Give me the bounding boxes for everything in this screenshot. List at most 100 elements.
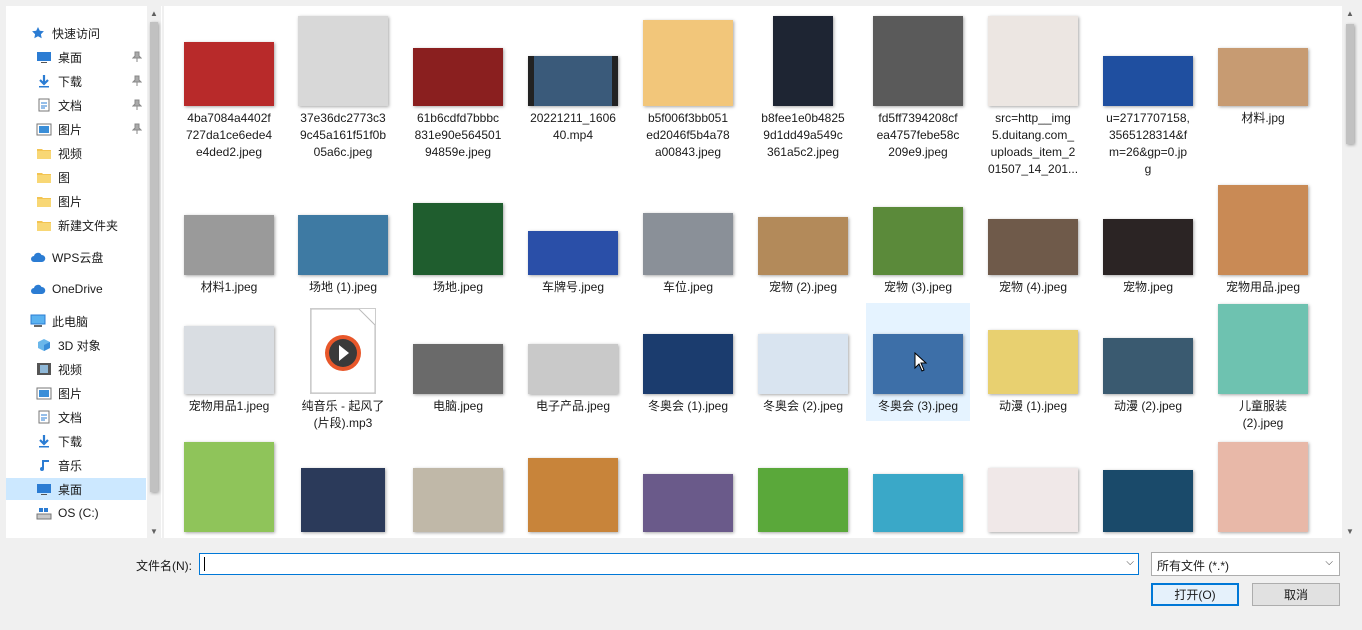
file-item[interactable] [751,438,855,538]
file-item[interactable]: 20221211_1606 40.mp4 [521,12,625,150]
desktop-icon [36,50,52,64]
file-item[interactable]: 电子产品.jpeg [521,303,625,421]
file-item[interactable]: fd5ff7394208cf ea4757febe58c 209e9.jpeg [866,12,970,167]
file-name: fd5ff7394208cf ea4757febe58c 209e9.jpeg [866,110,970,161]
file-item[interactable] [521,438,625,538]
file-thumbnail [1218,185,1308,275]
file-thumbnail [643,213,733,275]
thumbnail-frame [981,12,1085,106]
file-name-line: 动漫 (2).jpeg [1113,399,1183,413]
file-thumbnail [1103,338,1193,394]
picture-icon [36,386,52,400]
sidebar-item[interactable]: WPS云盘 [6,246,146,268]
file-list-scrollbar-thumb[interactable] [1346,24,1354,144]
file-item[interactable]: b5f006f3bb051 ed2046f5b4a78 a00843.jpeg [636,12,740,167]
file-item[interactable]: 冬奥会 (1).jpeg [636,303,740,421]
sidebar-item[interactable]: 音乐 [6,454,146,476]
file-item[interactable] [866,438,970,538]
file-item[interactable] [636,438,740,538]
sidebar-item[interactable]: 桌面 [6,478,146,500]
file-item[interactable]: 车牌号.jpeg [521,203,625,302]
file-item[interactable] [1096,438,1200,538]
file-item[interactable]: 4ba7084a4402f 727da1ce6ede4 e4ded2.jpeg [177,12,281,167]
file-item[interactable]: 宠物 (2).jpeg [751,203,855,302]
file-thumbnail [528,344,618,394]
file-item[interactable] [291,438,395,538]
sidebar-item-label: 视频 [58,146,83,161]
file-thumbnail [184,326,274,394]
sidebar-item-label: 图 [58,170,71,185]
sidebar-item[interactable]: OneDrive [6,278,146,300]
cancel-button[interactable]: 取消 [1252,583,1340,606]
file-thumbnail [1218,304,1308,394]
chevron-down-icon[interactable]: ⌵ [1126,557,1134,568]
file-name-line: 宠物用品1.jpeg [188,399,270,413]
sidebar-item[interactable]: 下载 [6,70,146,92]
file-item[interactable] [177,438,281,538]
file-item[interactable]: 61b6cdfd7bbbc 831e90e564501 94859e.jpeg [406,12,510,167]
sidebar-item[interactable]: 文档 [6,406,146,428]
sidebar-item[interactable]: 此电脑 [6,310,146,332]
mouse-pointer-icon [914,352,928,372]
thumbnail-frame [1211,185,1315,275]
file-item[interactable]: 材料.jpg [1211,12,1315,133]
file-item[interactable] [1211,438,1315,538]
file-item[interactable]: 场地 (1).jpeg [291,203,395,302]
file-item[interactable]: 宠物用品.jpeg [1211,185,1315,302]
file-item[interactable]: 纯音乐 - 起风了 (片段).mp3 [291,303,395,438]
scroll-down-arrow-icon[interactable]: ▼ [147,524,161,538]
thumbnail-frame [406,203,510,275]
sidebar-item[interactable]: 图片 [6,382,146,404]
file-item[interactable]: src=http__img 5.duitang.com_ uploads_item_… [981,12,1085,184]
sidebar-item[interactable]: 图 [6,166,146,188]
sidebar-item[interactable]: 快速访问 [6,22,146,44]
picture-icon [36,122,52,136]
file-item[interactable]: 儿童服装 (2).jpeg [1211,303,1315,438]
file-item[interactable]: 场地.jpeg [406,203,510,302]
filetype-select[interactable]: 所有文件 (*.*) ⌵ [1151,552,1340,576]
sidebar-item[interactable]: 视频 [6,358,146,380]
sidebar-item[interactable]: 桌面 [6,46,146,68]
desktop-icon [36,482,52,496]
file-item[interactable]: u=2717707158, 3565128314&f m=26&gp=0.jp g [1096,12,1200,184]
filename-input[interactable]: ⌵ [199,553,1139,575]
file-item[interactable]: 宠物 (4).jpeg [981,203,1085,302]
sidebar-item[interactable]: OS (C:) [6,502,146,524]
download-icon [36,74,52,88]
file-item[interactable]: 电脑.jpeg [406,303,510,421]
file-item[interactable]: 宠物.jpeg [1096,203,1200,302]
scroll-down-arrow-icon[interactable]: ▼ [1342,524,1358,538]
scroll-up-arrow-icon[interactable]: ▲ [147,6,161,20]
navigation-scrollbar-thumb[interactable] [150,22,158,492]
file-item[interactable]: b8fee1e0b4825 9d1dd49a549c 361a5c2.jpeg [751,12,855,167]
file-name: b8fee1e0b4825 9d1dd49a549c 361a5c2.jpeg [751,110,855,161]
sidebar-item[interactable]: 图片 [6,118,146,140]
file-item[interactable]: 动漫 (2).jpeg [1096,303,1200,421]
file-name: 车牌号.jpeg [521,279,625,296]
document-icon [36,98,52,112]
sidebar-item[interactable]: 下载 [6,430,146,452]
sidebar-item[interactable]: 图片 [6,190,146,212]
sidebar-item[interactable]: 视频 [6,142,146,164]
file-item[interactable]: 材料1.jpeg [177,203,281,302]
file-item[interactable] [406,438,510,538]
sidebar-item[interactable]: 文档 [6,94,146,116]
thumbnail-frame [636,438,740,532]
file-item[interactable]: 冬奥会 (2).jpeg [751,303,855,421]
file-item[interactable]: 宠物 (3).jpeg [866,203,970,302]
file-item[interactable]: 宠物用品1.jpeg [177,303,281,421]
file-item[interactable]: 车位.jpeg [636,203,740,302]
file-name: u=2717707158, 3565128314&f m=26&gp=0.jp g [1096,110,1200,178]
sidebar-item[interactable]: 新建文件夹 [6,214,146,236]
file-item[interactable]: 动漫 (1).jpeg [981,303,1085,421]
file-item[interactable] [981,438,1085,538]
file-item[interactable]: 37e36dc2773c3 9c45a161f51f0b 05a6c.jpeg [291,12,395,167]
file-name-line: 9d1dd49a549c [763,128,843,142]
file-list-scrollbar[interactable]: ▲ ▼ [1342,6,1358,538]
scroll-up-arrow-icon[interactable]: ▲ [1342,6,1358,20]
thumbnail-frame [291,438,395,532]
sidebar-item[interactable]: 3D 对象 [6,334,146,356]
open-button[interactable]: 打开(O) [1151,583,1239,606]
file-list-view: 4ba7084a4402f 727da1ce6ede4 e4ded2.jpeg 37e… [164,6,1342,538]
navigation-scrollbar[interactable]: ▲ ▼ [147,6,161,538]
